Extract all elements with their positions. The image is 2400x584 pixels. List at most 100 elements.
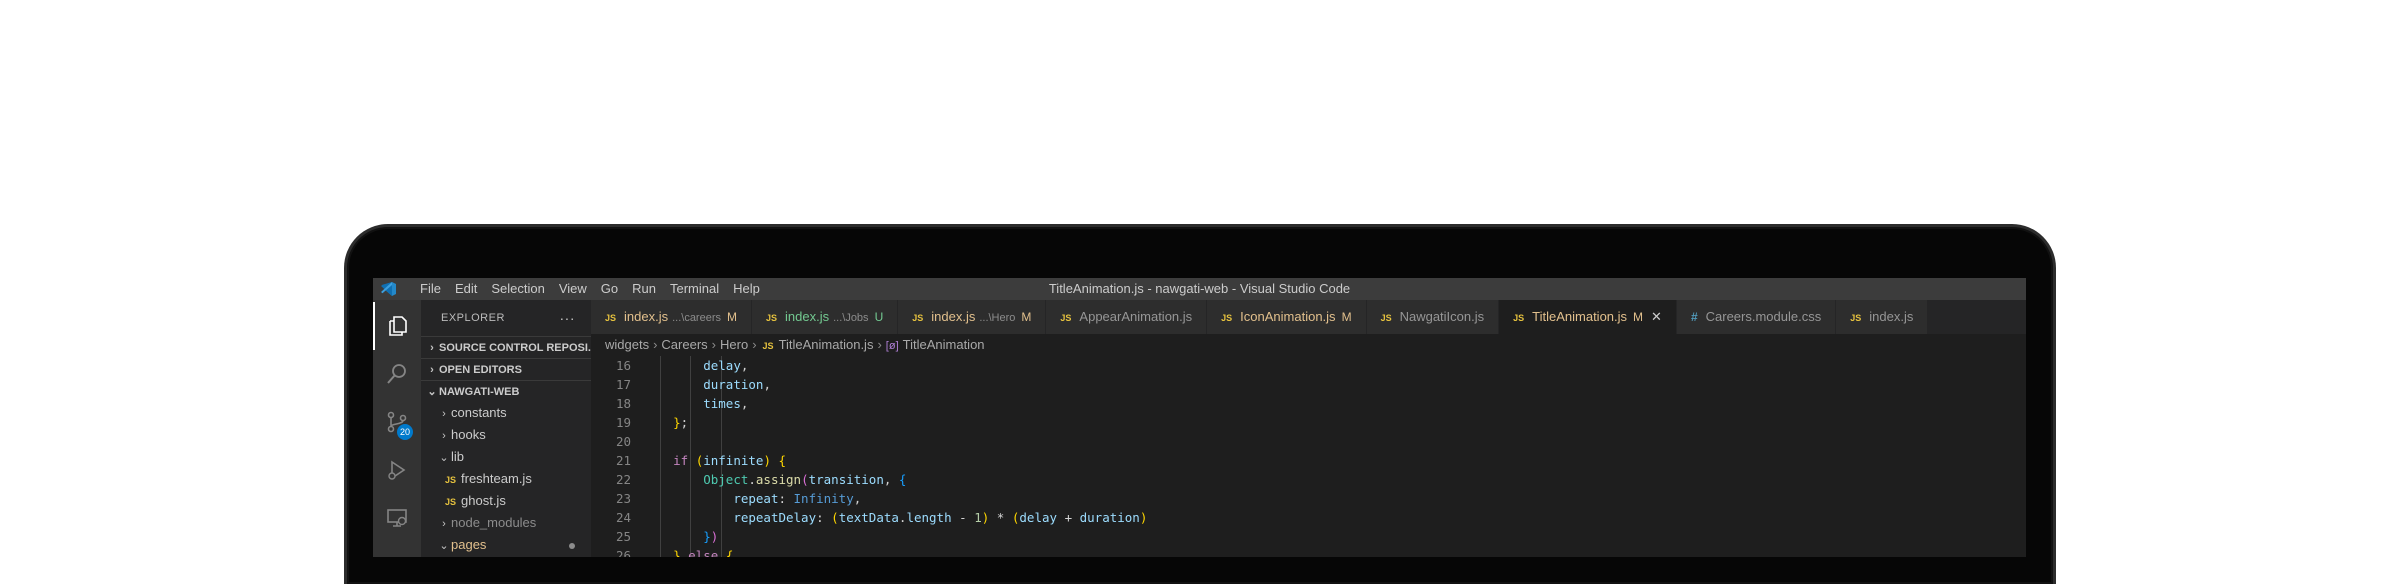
tab-label: Careers.module.css: [1705, 309, 1822, 324]
editor-tabs: JS index.js ...\careers M JS index.js ...\Job…: [591, 300, 2026, 334]
source-control-badge: 20: [397, 424, 413, 440]
code-editor[interactable]: 16 delay, 17 duration, 18 times, 19 }; 20 21 …: [591, 356, 2026, 557]
explorer-sidebar: EXPLORER ··· › SOURCE CONTROL REPOSI... ›…: [421, 300, 591, 557]
tree-folder-pages[interactable]: ⌄ pages: [421, 534, 591, 556]
code-line[interactable]: 26 } else {: [591, 546, 2026, 557]
js-file-icon: JS: [445, 475, 457, 485]
line-number: 25: [615, 529, 631, 544]
tab-label: IconAnimation.js: [1240, 309, 1336, 324]
chevron-right-icon: ›: [877, 337, 882, 352]
line-number: 26: [615, 548, 631, 557]
tab-index-careers[interactable]: JS index.js ...\careers M: [591, 300, 752, 334]
code-line[interactable]: 17 duration,: [591, 375, 2026, 394]
js-file-icon: JS: [1380, 313, 1392, 323]
tab-label: index.js: [624, 309, 669, 324]
chevron-down-icon: ⌄: [427, 386, 437, 398]
section-label: SOURCE CONTROL REPOSI...: [439, 342, 591, 354]
tree-folder-lib[interactable]: ⌄ lib: [421, 446, 591, 468]
js-file-icon: JS: [1850, 313, 1862, 323]
js-file-icon: JS: [762, 341, 774, 351]
line-number: 22: [615, 472, 631, 487]
tree-label: constants: [451, 405, 507, 420]
title-bar: File Edit Selection View Go Run Terminal…: [373, 278, 2026, 300]
breadcrumb-item[interactable]: Careers: [661, 337, 707, 352]
tab-label: AppearAnimation.js: [1079, 309, 1193, 324]
line-number: 16: [615, 358, 631, 373]
chevron-right-icon: ›: [711, 337, 717, 352]
search-icon[interactable]: [373, 350, 421, 398]
tab-label: NawgatiIcon.js: [1399, 309, 1485, 324]
tab-nawgati-icon[interactable]: JS NawgatiIcon.js: [1366, 300, 1500, 334]
tab-status: M: [1633, 310, 1644, 324]
chevron-right-icon: ›: [752, 337, 757, 352]
run-debug-icon[interactable]: [373, 446, 421, 494]
line-number: 19: [615, 415, 631, 430]
vscode-window: File Edit Selection View Go Run Terminal…: [373, 278, 2026, 557]
tab-label: TitleAnimation.js: [1532, 309, 1628, 324]
editor-area: JS index.js ...\careers M JS index.js ...\Job…: [591, 300, 2026, 557]
chevron-right-icon: ›: [430, 364, 434, 376]
chevron-right-icon: ›: [430, 342, 434, 354]
code-text: repeat: Infinity,: [733, 491, 862, 506]
tab-index-hero[interactable]: JS index.js ...\Hero M: [898, 300, 1047, 334]
code-line[interactable]: 18 times,: [591, 394, 2026, 413]
chevron-right-icon: ›: [442, 430, 446, 442]
chevron-down-icon: ⌄: [439, 540, 449, 552]
window-title: TitleAnimation.js - nawgati-web - Visual…: [1048, 281, 1351, 296]
tab-status: U: [874, 310, 884, 324]
tab-index-jobs[interactable]: JS index.js ...\Jobs U: [752, 300, 899, 334]
js-file-icon: JS: [445, 497, 457, 507]
breadcrumb-item[interactable]: TitleAnimation.js: [779, 337, 874, 352]
tab-status: M: [727, 310, 737, 324]
remote-explorer-icon[interactable]: [373, 494, 421, 542]
tab-status: M: [1341, 310, 1352, 324]
js-file-icon: JS: [766, 313, 778, 323]
tree-label: pages: [451, 537, 487, 552]
breadcrumb-item[interactable]: widgets: [605, 337, 649, 352]
tab-careers-module-css[interactable]: # Careers.module.css: [1676, 300, 1837, 334]
tree-file-ghost[interactable]: JS ghost.js: [421, 490, 591, 512]
code-line[interactable]: 23 repeat: Infinity,: [591, 489, 2026, 508]
code-line[interactable]: 25 }): [591, 527, 2026, 546]
section-project[interactable]: ⌄ NAWGATI-WEB: [421, 380, 591, 402]
js-file-icon: JS: [605, 313, 617, 323]
line-number: 21: [615, 453, 631, 468]
chevron-right-icon: ›: [442, 408, 446, 420]
line-number: 23: [615, 491, 631, 506]
js-file-icon: JS: [1060, 313, 1072, 323]
code-line[interactable]: 19 };: [591, 413, 2026, 432]
section-source-control[interactable]: › SOURCE CONTROL REPOSI...: [421, 336, 591, 358]
js-file-icon: JS: [912, 313, 924, 323]
tab-icon-animation[interactable]: JS IconAnimation.js M: [1207, 300, 1367, 334]
code-line[interactable]: 22 Object.assign(transition, {: [591, 470, 2026, 489]
line-number: 17: [615, 377, 631, 392]
tab-index[interactable]: JS index.js: [1836, 300, 1929, 334]
source-control-icon[interactable]: 20: [373, 398, 421, 446]
tab-label: index.js: [931, 309, 976, 324]
tab-title-animation[interactable]: JS TitleAnimation.js M ✕: [1499, 300, 1677, 334]
chevron-down-icon: ⌄: [439, 452, 449, 464]
tab-appear-animation[interactable]: JS AppearAnimation.js: [1046, 300, 1208, 334]
close-icon[interactable]: ✕: [1651, 309, 1662, 324]
breadcrumb-item[interactable]: Hero: [720, 337, 748, 352]
js-file-icon: JS: [1221, 313, 1233, 323]
section-open-editors[interactable]: › OPEN EDITORS: [421, 358, 591, 380]
code-line[interactable]: 24 repeatDelay: (textData.length - 1) * …: [591, 508, 2026, 527]
tree-file-freshteam[interactable]: JS freshteam.js: [421, 468, 591, 490]
code-line[interactable]: 21 if (infinite) {: [591, 451, 2026, 470]
tree-folder-hooks[interactable]: › hooks: [421, 424, 591, 446]
tree-folder-constants[interactable]: › constants: [421, 402, 591, 424]
more-actions-icon[interactable]: ···: [560, 300, 576, 336]
breadcrumb-item[interactable]: TitleAnimation: [903, 337, 985, 352]
js-file-icon: JS: [1513, 313, 1525, 323]
line-number: 20: [615, 434, 631, 449]
code-line[interactable]: 20: [591, 432, 2026, 451]
tree-folder-node-modules[interactable]: › node_modules: [421, 512, 591, 534]
line-number: 24: [615, 510, 631, 525]
code-text: }): [703, 529, 719, 544]
explorer-icon[interactable]: [373, 302, 421, 350]
code-line[interactable]: 16 delay,: [591, 356, 2026, 375]
code-text: if (infinite) {: [673, 453, 787, 468]
modified-dot-icon: [569, 543, 575, 549]
section-label: NAWGATI-WEB: [439, 386, 520, 398]
